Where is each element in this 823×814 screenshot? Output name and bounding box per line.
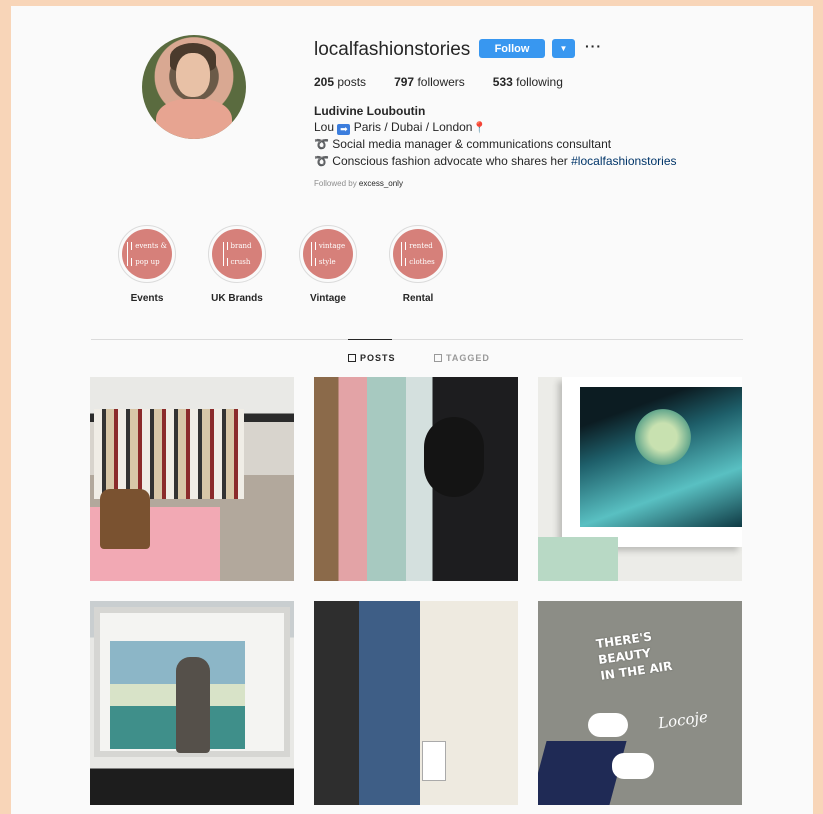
more-options-icon[interactable]: ··· [585,38,602,54]
gift-box-image [538,537,618,581]
highlight-ring: vintage style [299,225,357,283]
profile-stats: 205 posts 797 followers 533 following [314,75,563,89]
bio-nickname: Lou [314,120,335,134]
followers-count: 797 [394,75,415,89]
highlight-cover: rented clothes [393,229,443,279]
suggested-dropdown-button[interactable]: ▼ [552,39,575,58]
posts-stat[interactable]: 205 posts [314,75,366,89]
highlight-events[interactable]: events & pop up Events [112,225,182,304]
highlight-cover-text: events & [131,242,167,250]
tab-posts[interactable]: POSTS [348,353,396,363]
followers-stat[interactable]: 797 followers [394,75,465,89]
followed-by-prefix: Followed by [314,179,357,188]
tab-tagged[interactable]: TAGGED [434,353,490,363]
avatar-face [176,53,210,97]
bio-line-location: Lou ➡ Paris / Dubai / London📍 [314,120,486,135]
highlight-cover: brand crush [212,229,262,279]
tagged-icon [434,354,442,362]
post-thumbnail[interactable] [90,377,294,581]
highlight-label: Vintage [310,293,346,304]
dancer-figure-image [628,407,698,467]
bio-cities: Paris / Dubai / London [353,120,473,134]
profile-username: localfashionstories [314,39,471,60]
profile-page: localfashionstories Follow ▼ ··· 205 pos… [11,6,813,814]
bio-advocate-text: Conscious fashion advocate who shares he… [332,154,568,168]
woman-browsing-image [424,417,484,497]
highlight-cover-text: brand [226,242,252,250]
bio-hashtag-link[interactable]: #localfashionstories [571,154,676,168]
followed-by-user-link[interactable]: excess_only [359,179,403,188]
highlight-cover-text: style [314,258,345,266]
post-thumbnail[interactable] [538,377,742,581]
active-tab-indicator [348,339,392,340]
handbag-image [100,489,150,549]
highlight-cover-text: crush [226,258,252,266]
clothing-rack-image [94,409,244,499]
following-label: following [516,75,563,89]
grid-icon [348,354,356,362]
pavement-sign-text: THERE'S BEAUTY IN THE AIR [595,626,673,684]
highlight-vintage[interactable]: vintage style Vintage [293,225,363,304]
avatar-body [156,99,232,139]
post-thumbnail[interactable]: THERE'S BEAUTY IN THE AIR Locoje [538,601,742,805]
loop-icon: ➰ [314,137,329,151]
tab-posts-label: POSTS [360,353,396,363]
highlight-cover-text: pop up [131,258,167,266]
highlight-label: UK Brands [211,293,263,304]
highlight-cover: events & pop up [122,229,172,279]
post-thumbnail[interactable] [314,601,518,805]
followed-by: Followed by excess_only [314,179,403,188]
followers-label: followers [417,75,465,89]
posts-label: posts [337,75,367,89]
pavement-script-text: Locoje [656,707,709,733]
tab-tagged-label: TAGGED [446,353,490,363]
post-thumbnail[interactable] [90,601,294,805]
highlight-cover-text: vintage [314,242,345,250]
highlight-label: Events [130,293,164,304]
highlight-uk-brands[interactable]: brand crush UK Brands [202,225,272,304]
bio-line-job: ➰ Social media manager & communications … [314,137,611,151]
bio-line-advocate: ➰ Conscious fashion advocate who shares … [314,154,677,168]
pin-icon: 📍 [472,122,487,134]
loop-icon: ➰ [314,154,329,168]
mirror-selfie-image [176,657,210,753]
highlight-cover: vintage style [303,229,353,279]
following-stat[interactable]: 533 following [493,75,563,89]
tabs-divider [91,339,743,340]
sneaker-image [612,753,654,779]
right-arrow-icon: ➡ [337,124,351,135]
price-tag-image [422,741,446,781]
highlight-ring: brand crush [208,225,266,283]
post-thumbnail[interactable] [314,377,518,581]
bio-job-text: Social media manager & communications co… [332,137,612,151]
chevron-down-icon: ▼ [559,44,568,53]
follow-button[interactable]: Follow [479,39,545,58]
highlight-rental[interactable]: rented clothes Rental [383,225,453,304]
posts-count: 205 [314,75,335,89]
highlight-cover-text: rented [405,242,434,250]
sneaker-image [588,713,628,737]
highlight-label: Rental [402,293,434,304]
highlight-ring: rented clothes [389,225,447,283]
highlight-ring: events & pop up [118,225,176,283]
highlight-cover-text: clothes [405,258,435,266]
following-count: 533 [492,75,513,89]
profile-avatar[interactable] [142,35,246,139]
profile-full-name: Ludivine Louboutin [314,104,426,118]
